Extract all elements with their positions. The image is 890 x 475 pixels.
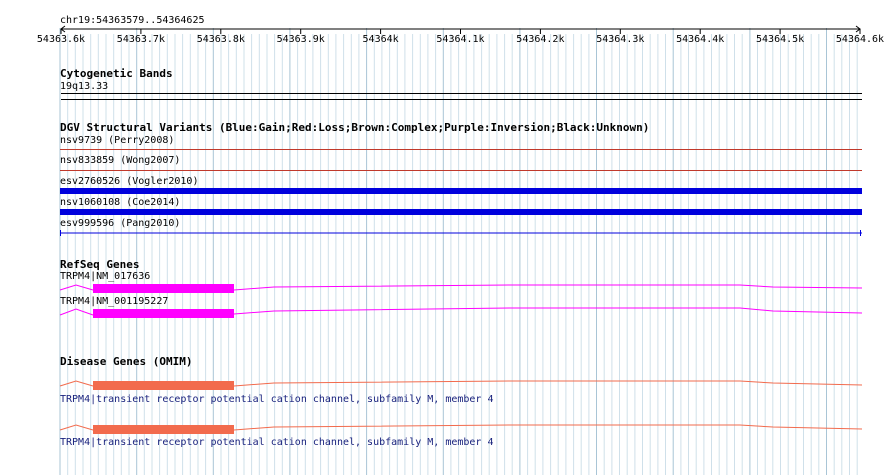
omim-intron-line <box>59 424 94 431</box>
omim-gene-models[interactable] <box>0 0 890 440</box>
omim-intron-line <box>233 424 863 431</box>
omim-gene-label[interactable]: TRPM4|transient receptor potential catio… <box>60 437 493 449</box>
omim-intron-line <box>233 380 863 387</box>
omim-intron-line <box>59 380 94 387</box>
omim-exon <box>93 425 234 434</box>
omim-exon <box>93 381 234 390</box>
omim-gene-label[interactable]: TRPM4|transient receptor potential catio… <box>60 394 493 406</box>
